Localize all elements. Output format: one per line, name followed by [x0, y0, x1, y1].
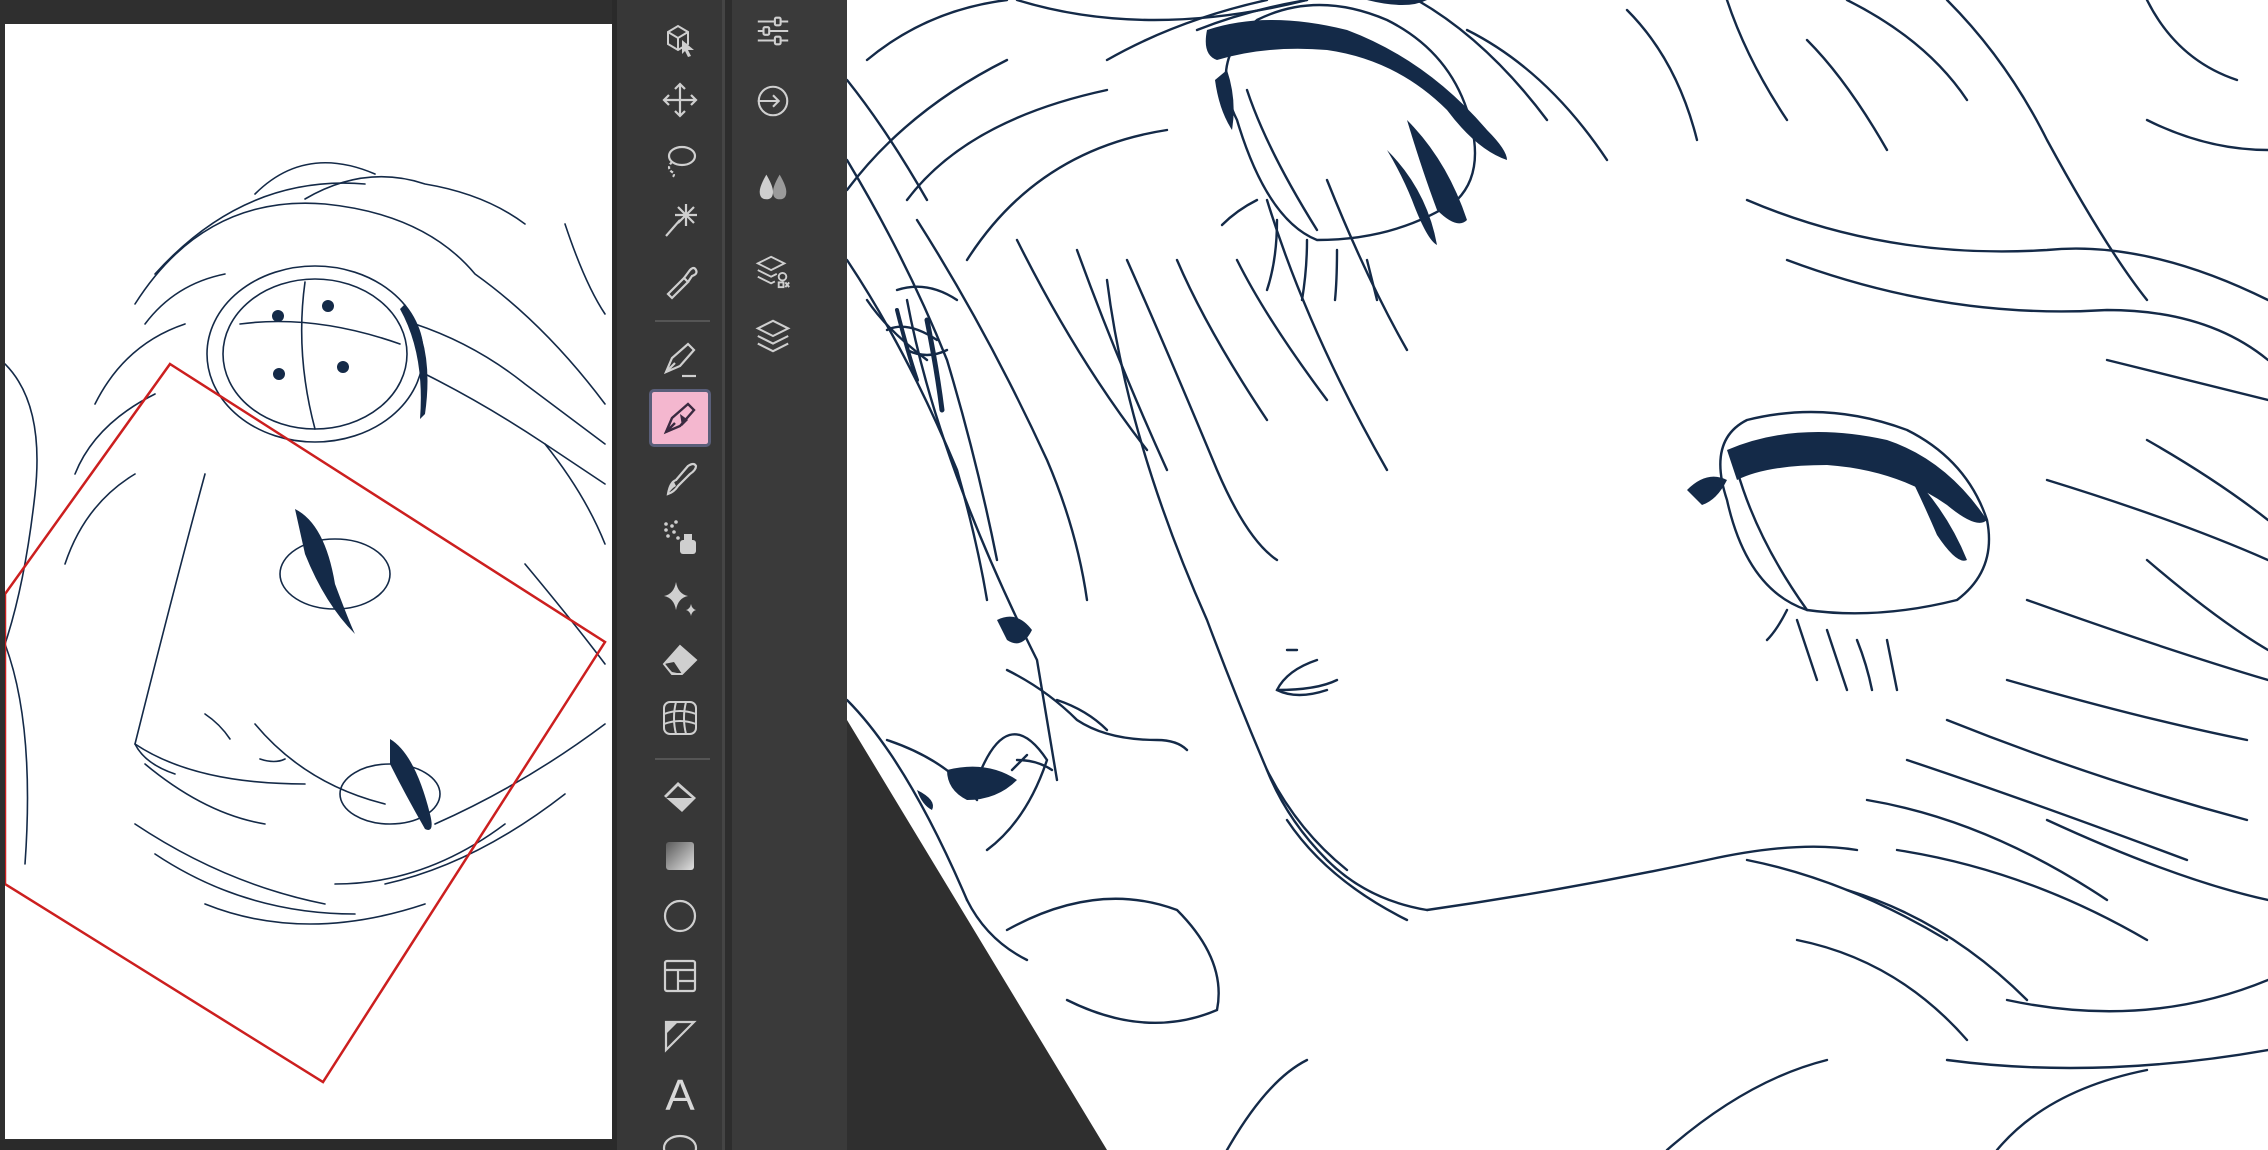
tool-pen[interactable]	[652, 332, 708, 384]
layer-property-icon	[755, 255, 790, 289]
move-icon	[662, 82, 698, 118]
panel-splitter-line	[722, 0, 725, 1150]
tool-property-icon	[757, 16, 789, 46]
drawing-canvas[interactable]	[847, 0, 2268, 1150]
line-art-drawing	[847, 0, 2268, 1150]
lasso-icon	[667, 145, 697, 179]
tab-layer-property[interactable]	[752, 250, 794, 292]
navigator-header	[0, 0, 612, 22]
eyedropper-icon	[666, 266, 698, 300]
magic-wand-icon	[665, 204, 697, 237]
sparkle-decoration-icon	[664, 582, 696, 616]
tool-move[interactable]	[652, 74, 708, 126]
tool-blend[interactable]	[652, 692, 708, 744]
layers-icon	[755, 319, 791, 353]
tab-color[interactable]	[752, 165, 794, 207]
tool-frame-border[interactable]	[652, 950, 708, 1002]
navigator-thumbnail	[5, 162, 607, 1084]
eraser-icon	[662, 644, 698, 675]
tool-text[interactable]: A	[652, 1070, 708, 1122]
tool-divider	[655, 320, 710, 322]
tool-object-select[interactable]	[652, 14, 708, 66]
tool-divider	[655, 758, 710, 760]
text-tool-icon: A	[665, 1071, 695, 1120]
tool-fill[interactable]	[652, 770, 708, 822]
tool-brush[interactable]	[652, 452, 708, 504]
navigator-footer	[0, 1140, 612, 1150]
view-area-frame[interactable]	[5, 362, 607, 1084]
tool-figure[interactable]	[652, 890, 708, 942]
tool-ruler[interactable]	[652, 1010, 708, 1062]
tool-pencil[interactable]	[649, 389, 711, 447]
tab-sub-tool[interactable]	[752, 80, 794, 122]
tab-layers[interactable]	[752, 315, 794, 357]
ruler-icon	[664, 1020, 697, 1053]
pen-icon	[663, 342, 696, 378]
shape-circle-icon	[663, 899, 697, 933]
tab-tool-property[interactable]	[752, 10, 794, 52]
balloon-icon	[662, 1134, 698, 1150]
sub-tool-icon	[757, 85, 789, 117]
tool-gradient[interactable]	[652, 830, 708, 882]
airbrush-icon	[664, 520, 696, 554]
brush-icon	[666, 462, 698, 496]
tool-lasso[interactable]	[652, 134, 708, 186]
blend-grid-icon	[663, 701, 697, 735]
tool-palette-border	[612, 0, 617, 1150]
navigator-preview[interactable]	[5, 24, 612, 1139]
gradient-icon	[666, 842, 694, 870]
tool-magic-wand[interactable]	[652, 194, 708, 246]
fill-bucket-icon	[664, 782, 696, 812]
tool-decoration[interactable]	[652, 572, 708, 624]
navigator-panel[interactable]	[0, 22, 612, 1140]
tool-airbrush[interactable]	[652, 512, 708, 564]
pencil-icon	[663, 402, 696, 435]
frame-border-icon	[663, 959, 697, 993]
color-drops-icon	[759, 174, 787, 200]
tool-eraser[interactable]	[652, 632, 708, 684]
tool-speech-balloon[interactable]	[652, 1128, 708, 1150]
tool-eyedropper[interactable]	[652, 254, 708, 306]
object-select-icon	[667, 24, 694, 57]
